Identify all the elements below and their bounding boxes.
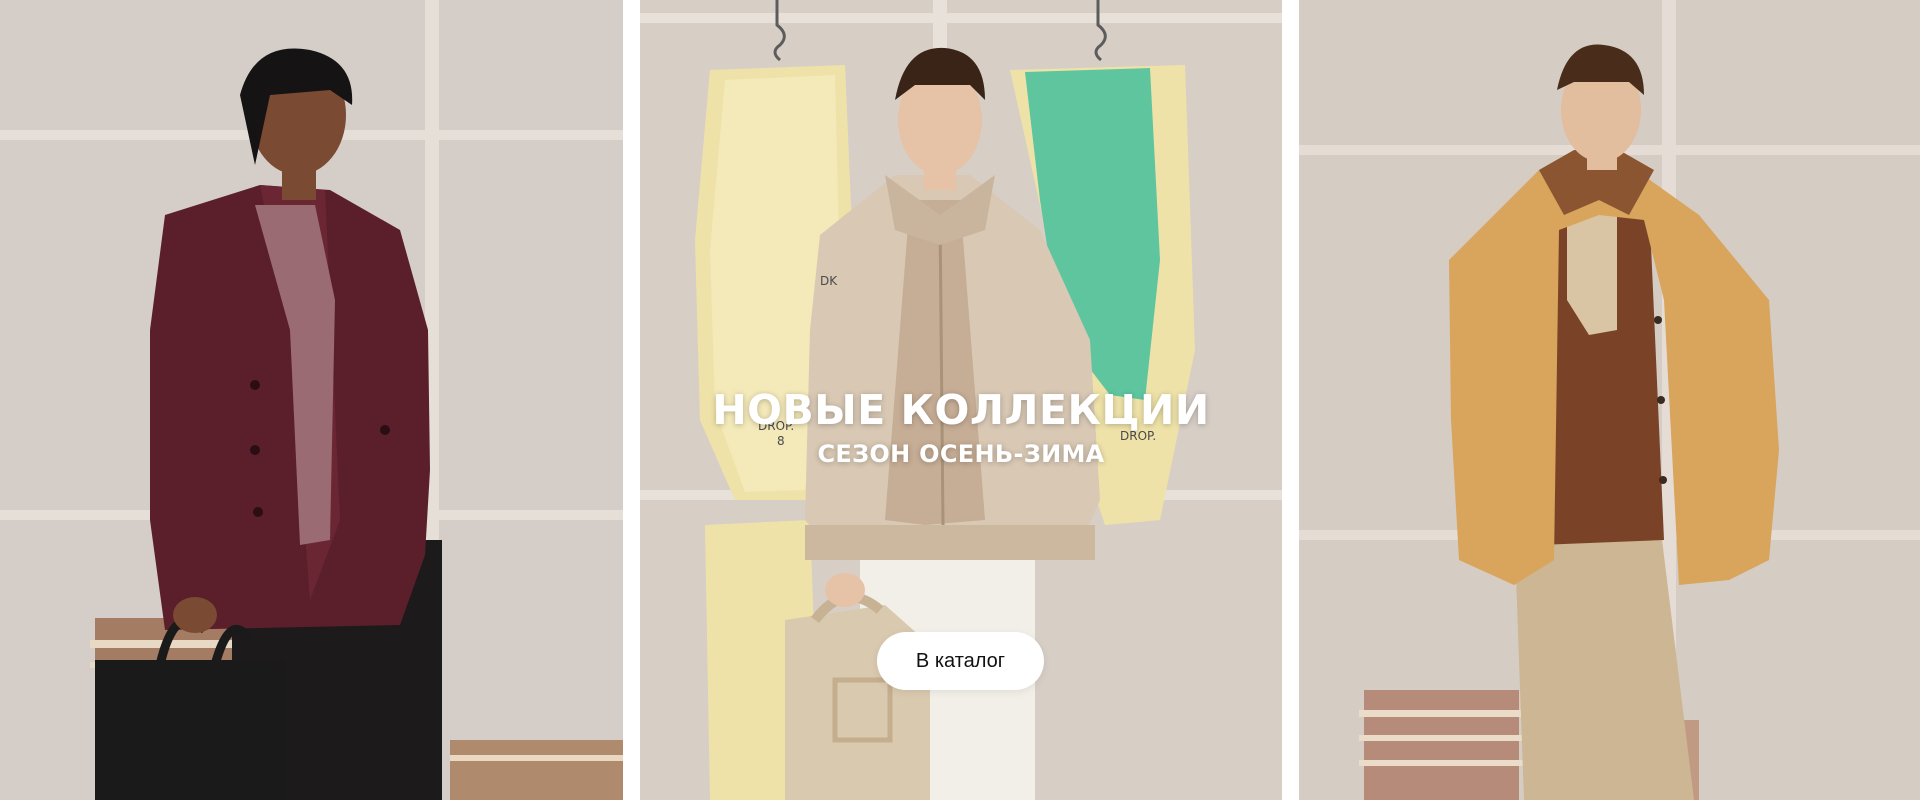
- hero-subtitle: СЕЗОН ОСЕНЬ-ЗИМА: [817, 440, 1105, 468]
- photo-panel-left: [0, 0, 623, 800]
- catalog-button[interactable]: В каталог: [877, 632, 1044, 690]
- hero-banner: DK DROP. 8 DROP. НОВЫЕ КОЛЛЕКЦИИ СЕЗОН О…: [0, 0, 1920, 800]
- hero-headline: НОВЫЕ КОЛЛЕКЦИИ СЕЗОН ОСЕНЬ-ЗИМА: [640, 383, 1282, 471]
- hero-title: НОВЫЕ КОЛЛЕКЦИИ: [712, 386, 1210, 434]
- photo-panel-right: [1299, 0, 1920, 800]
- photo-model-burgundy-peacoat: [0, 0, 623, 800]
- photo-model-camel-shearling-jacket: [1299, 0, 1920, 800]
- svg-text:DK: DK: [820, 274, 838, 288]
